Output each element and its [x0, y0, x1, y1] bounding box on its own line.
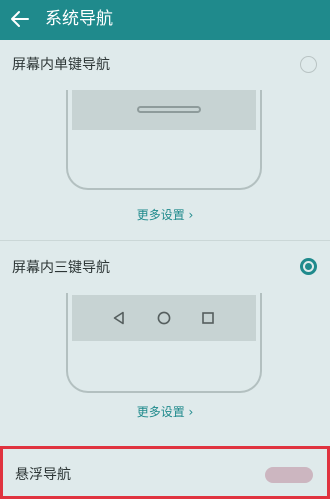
option-single-key-label[interactable]: 屏幕内单键导航 — [12, 55, 110, 75]
single-key-illustration — [66, 90, 262, 190]
divider — [0, 240, 330, 241]
radio-three-key[interactable] — [300, 258, 317, 275]
home-pill-icon — [137, 106, 201, 113]
square-icon — [201, 311, 215, 325]
back-button[interactable] — [6, 5, 34, 33]
circle-icon — [157, 311, 171, 325]
more-settings-link-1[interactable]: 更多设置 › — [0, 207, 330, 223]
nav-bar-area — [72, 295, 256, 341]
arrow-left-icon — [11, 11, 29, 27]
floating-navigation-label: 悬浮导航 — [15, 467, 71, 483]
more-settings-link-2[interactable]: 更多设置 › — [0, 404, 330, 420]
option-three-key-label[interactable]: 屏幕内三键导航 — [12, 258, 110, 278]
floating-navigation-toggle[interactable] — [265, 467, 313, 483]
page-title: 系统导航 — [45, 9, 113, 29]
nav-bar-area — [72, 90, 256, 130]
three-key-illustration — [66, 293, 262, 393]
header-bar: 系统导航 — [0, 0, 330, 40]
radio-single-key[interactable] — [300, 56, 317, 73]
floating-navigation-row[interactable]: 悬浮导航 — [0, 446, 330, 499]
triangle-left-icon — [112, 311, 126, 325]
